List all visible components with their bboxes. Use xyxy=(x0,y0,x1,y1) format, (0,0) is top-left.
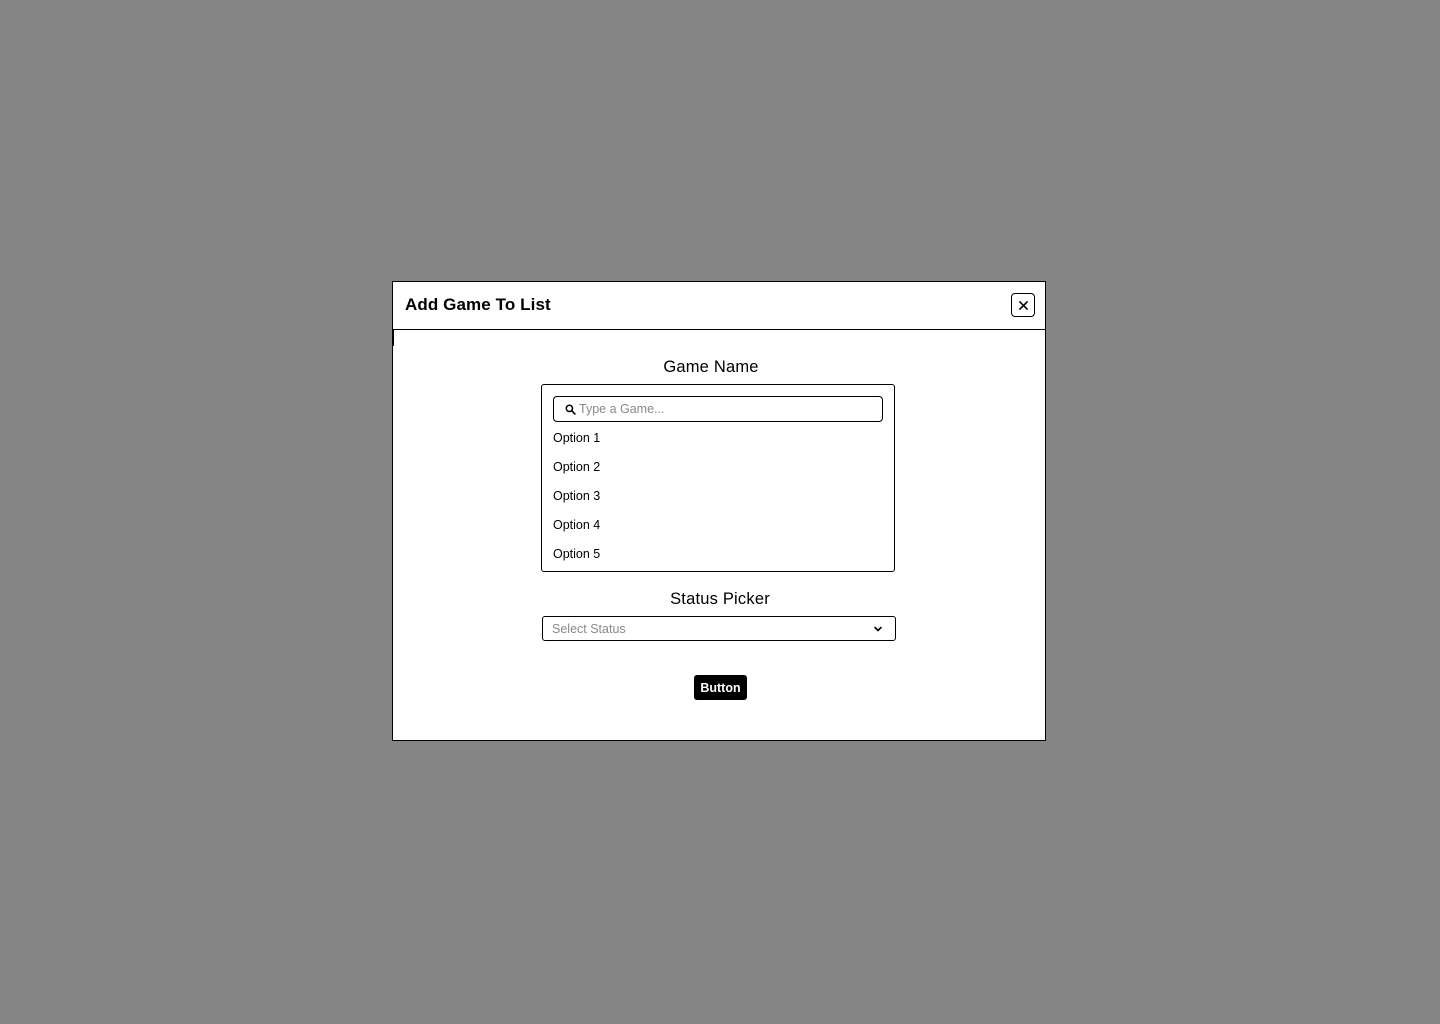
modal-title: Add Game To List xyxy=(405,295,551,314)
close-icon xyxy=(1018,300,1028,310)
chevron-down-icon xyxy=(874,626,882,632)
game-search-input[interactable] xyxy=(579,402,869,416)
list-item[interactable]: Option 5 xyxy=(553,546,883,575)
list-item[interactable]: Option 3 xyxy=(553,488,883,517)
status-select[interactable]: Select Status xyxy=(542,616,896,641)
search-icon xyxy=(565,404,576,415)
close-button[interactable] xyxy=(1011,293,1035,317)
game-option-list: Option 1 Option 2 Option 3 Option 4 Opti… xyxy=(553,430,883,575)
game-combobox: Option 1 Option 2 Option 3 Option 4 Opti… xyxy=(541,384,895,572)
list-item[interactable]: Option 1 xyxy=(553,430,883,459)
status-picker-label: Status Picker xyxy=(670,590,770,608)
list-item[interactable]: Option 2 xyxy=(553,459,883,488)
submit-button[interactable]: Button xyxy=(694,675,747,700)
list-item[interactable]: Option 4 xyxy=(553,517,883,546)
game-search-field[interactable] xyxy=(553,396,883,422)
divider xyxy=(393,330,394,346)
modal-header: Add Game To List xyxy=(393,282,1045,330)
status-select-placeholder: Select Status xyxy=(552,621,626,636)
add-game-modal: Add Game To List Game Name Option 1 Opti… xyxy=(392,281,1046,741)
game-name-label: Game Name xyxy=(663,358,759,376)
